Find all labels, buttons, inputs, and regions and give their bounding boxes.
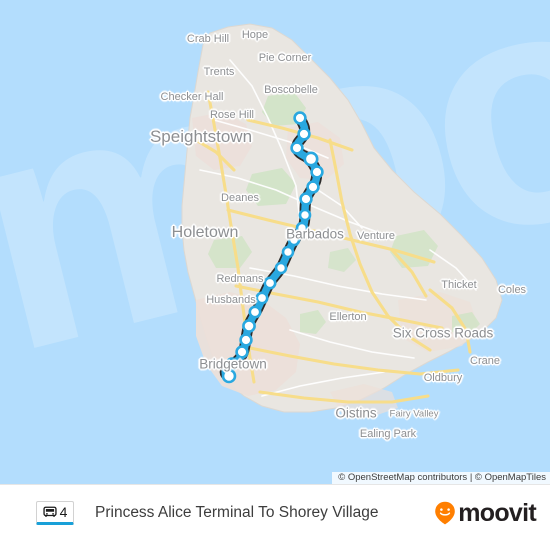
route-stop: [297, 127, 311, 141]
route-stop: [274, 261, 288, 275]
route-number-badge[interactable]: 4: [36, 501, 74, 525]
route-stop: [248, 305, 262, 319]
map-canvas[interactable]: moovit: [0, 0, 550, 484]
moovit-pin-icon: [435, 501, 456, 525]
route-number: 4: [59, 504, 68, 520]
moovit-logo[interactable]: moovit: [434, 499, 537, 527]
route-stop: [281, 245, 295, 259]
route-stop: [310, 165, 324, 179]
route-stop: [293, 111, 307, 125]
route-stop: [299, 192, 313, 206]
moovit-wordmark: moovit: [458, 499, 536, 527]
transit-route-map-screen: moovit: [0, 0, 550, 540]
route-stop: [303, 151, 319, 167]
route-stop: [235, 345, 249, 359]
route-stop: [255, 291, 269, 305]
bus-icon: [42, 506, 57, 517]
map-attribution[interactable]: © OpenStreetMap contributors | © OpenMap…: [332, 472, 550, 484]
route-stop: [239, 333, 253, 347]
route-stop: [225, 357, 239, 371]
route-stop: [221, 368, 237, 384]
route-stop: [287, 233, 301, 247]
route-stop: [242, 319, 256, 333]
route-stop: [295, 221, 309, 235]
route-footer-bar: 4 Princess Alice Terminal To Shorey Vill…: [0, 484, 550, 540]
route-title: Princess Alice Terminal To Shorey Villag…: [95, 504, 379, 521]
route-stop: [298, 208, 312, 222]
route-stop: [290, 141, 304, 155]
route-stop: [263, 276, 277, 290]
map-vector-layer: [181, 23, 503, 416]
route-stop: [306, 180, 320, 194]
